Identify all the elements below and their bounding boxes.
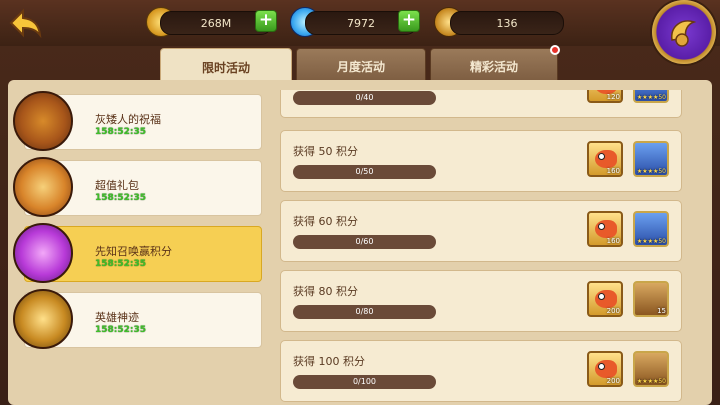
item-count: 200 bbox=[606, 377, 620, 385]
progress-text: 0/50 bbox=[355, 167, 374, 176]
tab-label: 月度活动 bbox=[336, 59, 385, 74]
fish-icon[interactable]: 160 bbox=[587, 211, 623, 247]
hero-card-icon[interactable]: ★★★★50 bbox=[633, 211, 669, 247]
event-item-prophet-summon[interactable]: 先知召唤赢积分 158:52:35 bbox=[13, 223, 262, 283]
event-title: 英雄神迹 bbox=[95, 311, 139, 324]
reward-list[interactable]: 0/40 120 ★★★★50 获得 50 积分 0/50 160 ★★★★50… bbox=[280, 90, 684, 405]
fish-icon[interactable]: 200 bbox=[587, 351, 623, 387]
progress-bar: 0/50 bbox=[293, 165, 436, 179]
hero-card-icon[interactable]: ★★★★50 bbox=[633, 90, 669, 103]
item-count: 15 bbox=[657, 307, 666, 315]
reward-label: 获得 100 积分 bbox=[293, 355, 365, 368]
progress-text: 0/40 bbox=[355, 93, 374, 102]
token-counter: 136 bbox=[450, 11, 564, 35]
tab-featured-events[interactable]: 精彩活动 bbox=[430, 48, 558, 84]
event-timer: 158:52:35 bbox=[95, 193, 147, 203]
fish-eye bbox=[598, 293, 605, 300]
event-item-value-pack[interactable]: 超值礼包 158:52:35 bbox=[13, 157, 262, 217]
tab-label: 精彩活动 bbox=[469, 59, 518, 74]
player-avatar[interactable] bbox=[652, 0, 716, 64]
fish-eye bbox=[598, 363, 605, 370]
tab-label: 限时活动 bbox=[201, 60, 250, 75]
horn-icon bbox=[671, 20, 697, 47]
progress-bar: 0/40 bbox=[293, 91, 436, 105]
item-count: 160 bbox=[606, 237, 620, 245]
reward-tier-100: 获得 100 积分 0/100 200 ★★★★50 bbox=[280, 340, 682, 402]
event-item-hero-miracle[interactable]: 英雄神迹 158:52:35 bbox=[13, 289, 262, 349]
event-title: 先知召唤赢积分 bbox=[95, 245, 172, 258]
back-button[interactable] bbox=[8, 6, 44, 40]
lantern-icon bbox=[13, 91, 73, 151]
item-stars: ★★★★50 bbox=[636, 168, 666, 175]
progress-text: 0/100 bbox=[352, 377, 377, 386]
item-stars: ★★★★50 bbox=[636, 378, 666, 385]
reward-label: 获得 50 积分 bbox=[293, 145, 358, 158]
fish-icon[interactable]: 160 bbox=[587, 141, 623, 177]
hero-shrine-icon bbox=[13, 289, 73, 349]
progress-bar: 0/60 bbox=[293, 235, 436, 249]
progress-text: 0/60 bbox=[355, 237, 374, 246]
notification-dot bbox=[550, 45, 560, 55]
item-count: 160 bbox=[606, 167, 620, 175]
token-value: 136 bbox=[496, 16, 518, 30]
fish-icon[interactable]: 200 bbox=[587, 281, 623, 317]
fish-eye bbox=[598, 153, 605, 160]
summon-scroll-icon bbox=[13, 223, 73, 283]
gem-value: 7972 bbox=[347, 16, 375, 30]
fish-eye bbox=[598, 223, 605, 230]
tab-monthly-events[interactable]: 月度活动 bbox=[296, 48, 426, 84]
event-title: 灰矮人的祝福 bbox=[95, 113, 161, 126]
hero-card-icon[interactable]: ★★★★50 bbox=[633, 141, 669, 177]
event-timer: 158:52:35 bbox=[95, 259, 147, 269]
event-item-dwarf-blessing[interactable]: 灰矮人的祝福 158:52:35 bbox=[13, 91, 262, 151]
event-timer: 158:52:35 bbox=[95, 325, 147, 335]
gift-box-icon bbox=[13, 157, 73, 217]
item-stars: ★★★★50 bbox=[636, 238, 666, 245]
add-gold-button[interactable]: + bbox=[255, 10, 277, 32]
progress-bar: 0/80 bbox=[293, 305, 436, 319]
item-count: 120 bbox=[606, 93, 620, 101]
event-timer: 158:52:35 bbox=[95, 127, 147, 137]
hero-card-icon[interactable]: ★★★★50 bbox=[633, 351, 669, 387]
item-stars: ★★★★50 bbox=[636, 94, 666, 101]
horn-icon[interactable]: 15 bbox=[633, 281, 669, 317]
reward-tier-80: 获得 80 积分 0/80 200 15 bbox=[280, 270, 682, 332]
gold-value: 268M bbox=[200, 16, 232, 30]
event-title: 超值礼包 bbox=[95, 179, 139, 192]
item-count: 200 bbox=[606, 307, 620, 315]
progress-text: 0/80 bbox=[355, 307, 374, 316]
progress-bar: 0/100 bbox=[293, 375, 436, 389]
add-gem-button[interactable]: + bbox=[398, 10, 420, 32]
reward-label: 获得 60 积分 bbox=[293, 215, 358, 228]
fish-icon[interactable]: 120 bbox=[587, 90, 623, 103]
reward-tier-50: 获得 50 积分 0/50 160 ★★★★50 bbox=[280, 130, 682, 192]
event-list: 灰矮人的祝福 158:52:35 超值礼包 158:52:35 先知召唤赢积分 … bbox=[12, 84, 262, 405]
reward-label: 获得 80 积分 bbox=[293, 285, 358, 298]
back-arrow-icon bbox=[9, 8, 42, 38]
reward-tier-40: 0/40 120 ★★★★50 bbox=[280, 90, 682, 118]
reward-tier-60: 获得 60 积分 0/60 160 ★★★★50 bbox=[280, 200, 682, 262]
